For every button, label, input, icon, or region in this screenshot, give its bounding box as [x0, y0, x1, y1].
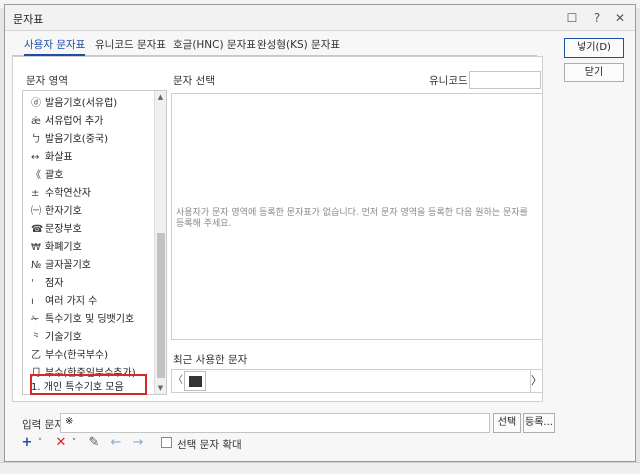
list-item[interactable]: ㈠ 한자기호	[31, 202, 82, 219]
delete-dropdown-icon[interactable]: ˅	[69, 433, 79, 453]
char-select-label: 문자 선택	[173, 75, 215, 87]
close-button[interactable]: ✕	[611, 9, 629, 27]
list-item[interactable]: 乙 부수(한국부수)	[31, 346, 108, 363]
move-right-icon[interactable]: →	[130, 433, 146, 453]
tab-user-chars[interactable]: 사용자 문자표	[24, 36, 86, 56]
select-button[interactable]: 선택	[493, 413, 521, 433]
list-item[interactable]: ⺀ 기술기호	[31, 328, 82, 345]
add-icon[interactable]: +	[20, 433, 34, 453]
recent-char-cell[interactable]	[184, 371, 206, 391]
close-dialog-button[interactable]: 닫기	[564, 63, 624, 82]
list-item[interactable]: № 글자꼴기호	[31, 256, 91, 273]
input-char-field[interactable]: ※	[60, 413, 490, 433]
list-item[interactable]: ⓓ 발음기호(서유럽)	[31, 94, 117, 111]
list-item[interactable]: ' 점자	[31, 274, 63, 291]
list-item[interactable]: ₩ 화폐기호	[31, 238, 82, 255]
list-item[interactable]: 《 괄호	[31, 166, 63, 183]
tab-unicode[interactable]: 유니코드 문자표	[95, 36, 166, 56]
insert-button[interactable]: 넣기(D)	[564, 38, 624, 58]
unicode-label: 유니코드	[429, 75, 468, 87]
message-icon[interactable]: ☐	[563, 9, 581, 27]
recent-label: 최근 사용한 문자	[173, 354, 248, 366]
empty-message: 사용자가 문자 영역에 등록한 문자표가 없습니다. 먼저 문자 영역을 등록한…	[176, 208, 528, 229]
add-dropdown-icon[interactable]: ˅	[35, 433, 45, 453]
recent-chars-bar: 〈 〉	[171, 369, 543, 393]
char-area-label: 문자 영역	[26, 75, 68, 87]
char-preview-area[interactable]: 사용자가 문자 영역에 등록한 문자표가 없습니다. 먼저 문자 영역을 등록한…	[171, 93, 543, 340]
tab-hnc[interactable]: 호글(HNC) 문자표	[173, 36, 256, 56]
dialog-title: 문자표	[13, 13, 44, 26]
category-scrollbar[interactable]: ▲ ▼	[154, 91, 166, 394]
scroll-thumb[interactable]	[157, 233, 165, 378]
list-item[interactable]: ✁ 특수기호 및 딩뱃기호	[31, 310, 134, 327]
list-item[interactable]: ↔ 화살표	[31, 148, 73, 165]
tab-bar: 사용자 문자표 유니코드 문자표 호글(HNC) 문자표 완성형(KS) 문자표	[12, 34, 537, 56]
scroll-down-icon[interactable]: ▼	[155, 382, 166, 394]
scroll-up-icon[interactable]: ▲	[155, 91, 166, 103]
expand-checkbox-label: 선택 문자 확대	[177, 439, 242, 451]
help-button[interactable]: ?	[588, 9, 606, 27]
unicode-input[interactable]	[469, 71, 541, 89]
list-item[interactable]: ± 수학연산자	[31, 184, 91, 201]
move-left-icon[interactable]: ←	[108, 433, 124, 453]
recent-next-icon[interactable]: 〉	[530, 370, 542, 392]
input-char-label: 입력 문자	[22, 419, 64, 431]
expand-checkbox[interactable]	[161, 437, 172, 448]
tab-ks[interactable]: 완성형(KS) 문자표	[257, 36, 340, 56]
category-list[interactable]: ⓓ 발음기호(서유럽) ǽ 서유럽어 추가 ㄅ 발음기호(중국) ↔ 화살표 《 괄호 ±…	[22, 90, 167, 395]
selected-item-highlight	[30, 374, 147, 395]
list-item[interactable]: ㄅ 발음기호(중국)	[31, 130, 108, 147]
black-square-icon	[189, 376, 202, 387]
titlebar: 문자표 ☐ ? ✕	[5, 5, 635, 31]
background-bottom	[0, 462, 640, 474]
recent-prev-icon[interactable]: 〈	[173, 371, 183, 391]
delete-icon[interactable]: ✕	[54, 433, 68, 453]
list-item[interactable]: ǽ 서유럽어 추가	[31, 112, 103, 129]
register-button[interactable]: 등록...	[523, 413, 555, 433]
list-item[interactable]: ☎ 문장부호	[31, 220, 82, 237]
list-item[interactable]: ı 여러 가지 수	[31, 292, 97, 309]
edit-icon[interactable]: ✎	[86, 433, 102, 453]
